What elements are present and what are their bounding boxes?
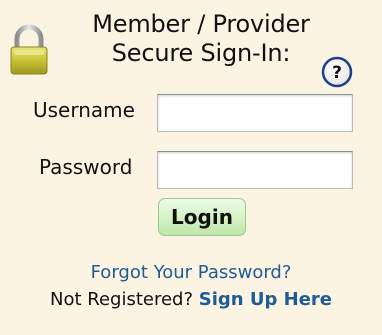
- username-label: Username: [33, 98, 135, 122]
- not-registered-text: Not Registered?: [50, 289, 194, 310]
- help-icon-glyph: ?: [332, 63, 342, 83]
- help-icon[interactable]: ?: [320, 55, 354, 89]
- username-field[interactable]: [157, 94, 353, 132]
- forgot-password-link[interactable]: Forgot Your Password?: [0, 262, 382, 283]
- title-line-2: Secure Sign-In:: [111, 39, 291, 67]
- sign-up-link[interactable]: Sign Up Here: [199, 289, 332, 310]
- password-label: Password: [39, 155, 133, 179]
- login-button[interactable]: Login: [158, 198, 246, 236]
- sign-in-panel: Member / Provider Secure Sign-In: ? User…: [0, 0, 382, 335]
- title-line-1: Member / Provider: [92, 10, 310, 38]
- padlock-icon: [10, 24, 48, 75]
- password-field[interactable]: [157, 151, 353, 189]
- register-prompt: Not Registered? Sign Up Here: [0, 289, 382, 310]
- page-title: Member / Provider Secure Sign-In:: [66, 10, 336, 68]
